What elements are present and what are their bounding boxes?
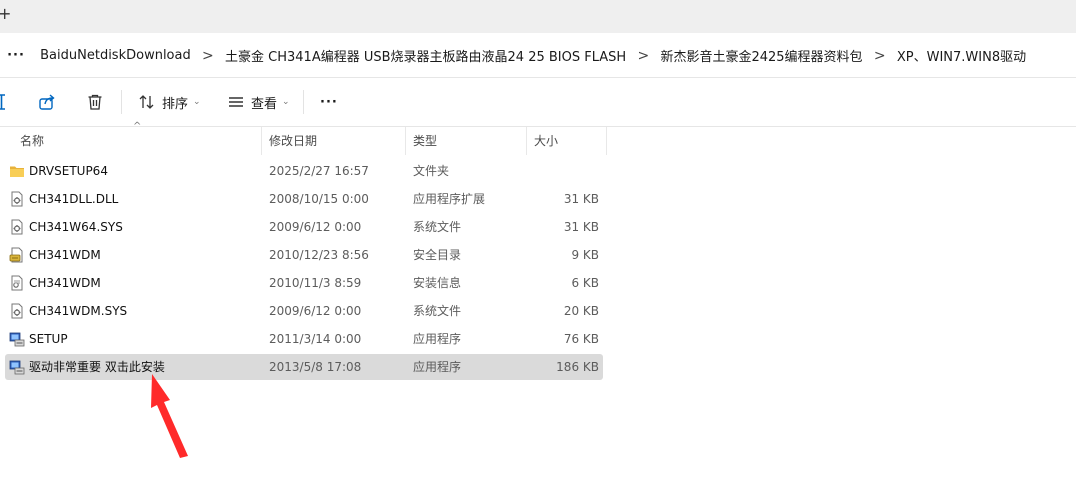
tab-strip: + (0, 0, 1076, 33)
file-date: 2010/12/23 8:56 (269, 248, 369, 262)
file-name: CH341WDM.SYS (29, 304, 128, 318)
file-date: 2009/6/12 0:00 (269, 220, 362, 234)
file-name: CH341WDM (29, 248, 101, 262)
sys-file-icon (11, 303, 23, 319)
file-size (527, 158, 599, 184)
breadcrumb-item-package[interactable]: 新杰影音土豪金2425编程器资料包 (660, 46, 862, 65)
trash-icon (88, 94, 102, 110)
sort-button[interactable]: 排序 ⌄ (138, 91, 201, 113)
view-label: 查看 (251, 96, 278, 112)
file-size: 186 KB (556, 360, 599, 374)
view-button[interactable]: 查看 ⌄ (227, 91, 290, 113)
new-tab-button[interactable]: + (0, 4, 11, 23)
file-date: 2025/2/27 16:57 (269, 164, 369, 178)
folder-icon (10, 166, 24, 177)
file-row[interactable]: CH341WDM 2010/11/3 8:59 安装信息 6 KB (5, 270, 603, 296)
toolbar-divider (303, 90, 304, 114)
file-name: SETUP (29, 332, 68, 346)
more-options-button[interactable]: ··· (320, 91, 338, 113)
chevron-down-icon: ⌄ (282, 97, 290, 107)
share-icon (39, 94, 55, 110)
list-view-icon (229, 97, 243, 107)
file-type: 应用程序 (413, 332, 462, 346)
share-button[interactable] (38, 91, 56, 113)
chevron-right-icon[interactable]: > (867, 48, 893, 64)
file-date: 2013/5/8 17:08 (269, 360, 362, 374)
chevron-down-icon: ⌄ (193, 97, 201, 107)
rename-icon (0, 94, 5, 110)
file-type: 安全目录 (413, 248, 462, 262)
file-size: 31 KB (563, 192, 599, 206)
sys-file-icon (11, 219, 23, 235)
file-date: 2011/3/14 0:00 (269, 332, 362, 346)
file-type: 应用程序扩展 (413, 192, 486, 206)
breadcrumb-item-ch341a[interactable]: 土豪金 CH341A编程器 USB烧录器主板路由液晶24 25 BIOS FLA… (225, 46, 626, 65)
file-row[interactable]: CH341DLL.DLL 2008/10/15 0:00 应用程序扩展 31 K… (5, 186, 603, 212)
file-size: 9 KB (571, 248, 599, 262)
file-row-selected[interactable]: 驱动非常重要 双击此安装 2013/5/8 17:08 应用程序 186 KB (5, 354, 603, 380)
chevron-right-icon[interactable]: > (630, 48, 656, 64)
file-name: DRVSETUP64 (29, 164, 108, 178)
annotation-arrow (151, 374, 188, 458)
chevron-right-icon[interactable]: > (195, 48, 221, 64)
file-size: 31 KB (563, 220, 599, 234)
setup-app-icon (9, 360, 25, 375)
breadcrumb-item-drivers[interactable]: XP、WIN7.WIN8驱动 (897, 46, 1026, 65)
file-row[interactable]: CH341WDM.SYS 2009/6/12 0:00 系统文件 20 KB (5, 298, 603, 324)
address-bar[interactable]: ··· BaiduNetdiskDownload > 土豪金 CH341A编程器… (0, 33, 1076, 78)
file-size: 20 KB (563, 304, 599, 318)
dll-file-icon (11, 191, 23, 207)
catalog-file-icon (9, 247, 23, 263)
file-row[interactable]: CH341W64.SYS 2009/6/12 0:00 系统文件 31 KB (5, 214, 603, 240)
file-type: 安装信息 (413, 276, 462, 290)
file-size: 6 KB (571, 276, 599, 290)
rename-button[interactable] (0, 91, 8, 113)
file-row[interactable]: DRVSETUP64 2025/2/27 16:57 文件夹 (5, 158, 603, 184)
file-type: 应用程序 (413, 360, 462, 374)
toolbar-divider (121, 90, 122, 114)
breadcrumb: ··· BaiduNetdiskDownload > 土豪金 CH341A编程器… (6, 46, 1026, 66)
column-headers: ^ 名称 修改日期 类型 大小 (0, 121, 1076, 155)
file-name: CH341WDM (29, 276, 101, 290)
file-size: 76 KB (563, 332, 599, 346)
file-type: 文件夹 (413, 164, 450, 178)
file-name: CH341DLL.DLL (29, 192, 119, 206)
column-header-date[interactable]: 修改日期 (261, 127, 406, 155)
sort-icon (139, 95, 154, 109)
file-date: 2009/6/12 0:00 (269, 304, 362, 318)
file-date: 2008/10/15 0:00 (269, 192, 369, 206)
inf-file-icon (11, 275, 23, 291)
file-type: 系统文件 (413, 304, 462, 318)
column-header-type[interactable]: 类型 (405, 127, 527, 155)
file-row[interactable]: CH341WDM 2010/12/23 8:56 安全目录 9 KB (5, 242, 603, 268)
breadcrumb-item-baidunetdiskdownload[interactable]: BaiduNetdiskDownload (40, 48, 191, 63)
command-bar: 排序 ⌄ 查看 ⌄ ··· (0, 78, 1076, 127)
file-row[interactable]: SETUP 2011/3/14 0:00 应用程序 76 KB (5, 326, 603, 352)
sort-label: 排序 (162, 96, 189, 112)
breadcrumb-overflow-button[interactable]: ··· (6, 48, 26, 63)
file-date: 2010/11/3 8:59 (269, 276, 362, 290)
delete-button[interactable] (86, 91, 104, 113)
file-type: 系统文件 (413, 220, 462, 234)
column-header-size[interactable]: 大小 (526, 127, 607, 155)
setup-app-icon (9, 332, 25, 347)
column-header-name[interactable]: 名称 (12, 127, 262, 155)
file-name: CH341W64.SYS (29, 220, 123, 234)
